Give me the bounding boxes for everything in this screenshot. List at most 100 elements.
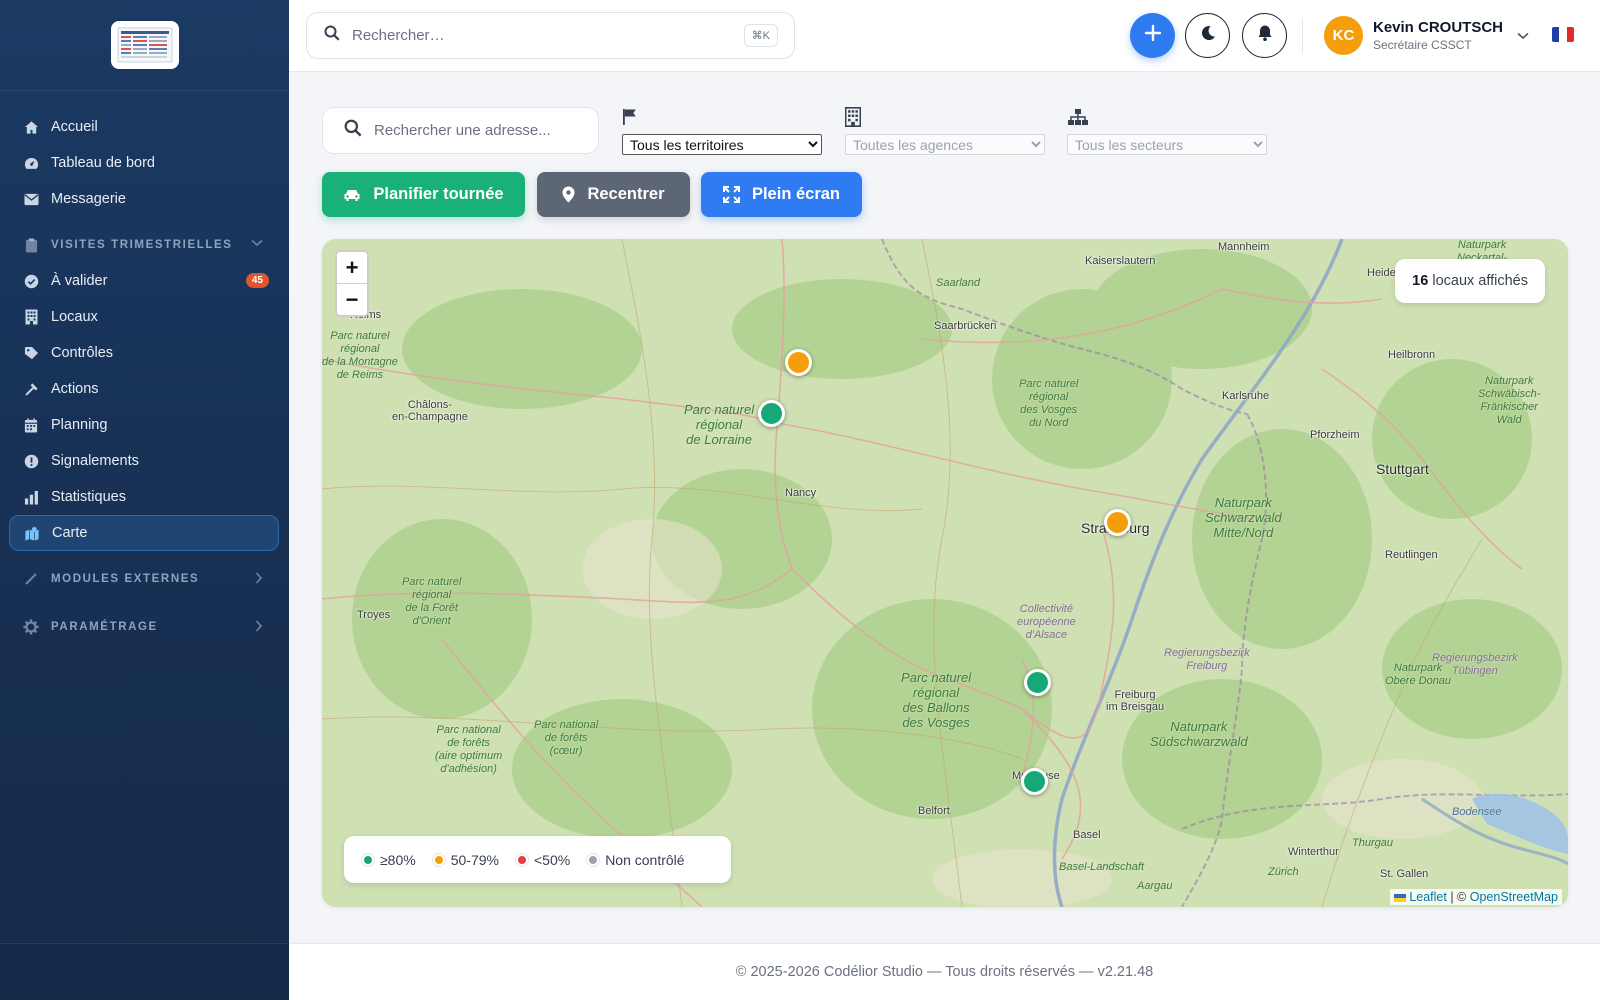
gear-icon (23, 619, 39, 635)
building-icon (23, 309, 39, 325)
sidebar-item-label: Accueil (51, 119, 98, 135)
sidebar-item-label: Statistiques (51, 489, 126, 505)
page-footer: © 2025-2026 Codélior Studio — Tous droit… (289, 943, 1600, 1000)
sidebar-item-carte[interactable]: Carte (9, 515, 279, 551)
search-shortcut-hint: ⌘K (743, 24, 778, 47)
map-park-lorraine: Parc naturel régional de Lorraine (684, 402, 755, 447)
user-menu[interactable]: KC Kevin CROUTSCH Secrétaire CSSCT (1324, 16, 1529, 55)
fullscreen-label: Plein écran (751, 185, 841, 203)
site-marker[interactable] (1104, 509, 1131, 536)
territory-select[interactable]: Tous les territoires (622, 134, 822, 155)
plan-route-label: Planifier tournée (373, 185, 504, 203)
sidebar-item-actions[interactable]: Actions (0, 371, 289, 407)
calendar-icon (23, 417, 39, 433)
sidebar-item-messagerie[interactable]: Messagerie (0, 181, 289, 217)
map-icon (24, 525, 40, 541)
sidebar-item-planning[interactable]: Planning (0, 407, 289, 443)
map-label-saarland: Saarland (936, 277, 981, 289)
site-marker[interactable] (785, 349, 812, 376)
osm-link[interactable]: OpenStreetMap (1470, 890, 1558, 904)
app-logo[interactable] (110, 21, 179, 69)
map-label-zurich: Zürich (1268, 866, 1299, 878)
recenter-button[interactable]: Recentrer (537, 172, 690, 217)
notifications-button[interactable] (1242, 13, 1287, 58)
sidebar-item-a-valider[interactable]: À valider 45 (0, 263, 289, 299)
map-label-karlsruhe: Karlsruhe (1222, 390, 1270, 402)
map-park-sudschwarzwald: Naturpark Südschwarzwald (1150, 719, 1248, 749)
building-icon (845, 106, 1045, 128)
global-search[interactable]: ⌘K (306, 12, 795, 59)
sidebar: Accueil Tableau de bord Messagerie VISIT… (0, 0, 289, 1000)
legend-label: Non contrôlé (605, 851, 685, 868)
clipboard-icon (23, 237, 39, 253)
visible-sites-text: locaux affichés (1432, 273, 1528, 289)
mail-icon (23, 191, 39, 207)
map-label-reutlingen: Reutlingen (1385, 549, 1438, 561)
chevron-down-icon (1517, 27, 1529, 45)
map-label-basel-landschaft: Basel-Landschaft (1059, 861, 1144, 873)
add-button[interactable] (1130, 13, 1175, 58)
map-label-pforzheim: Pforzheim (1310, 429, 1360, 441)
map-park-schwarzwald-nord: Naturpark Schwarzwald Mitte/Nord (1205, 495, 1282, 540)
plan-route-button[interactable]: Planifier tournée (322, 172, 525, 217)
map-park-forets-adhesion: Parc national de forêts (aire optimum d'… (435, 724, 503, 775)
moon-icon (1199, 24, 1217, 47)
sidebar-item-statistiques[interactable]: Statistiques (0, 479, 289, 515)
sidebar-item-label: Carte (52, 525, 88, 541)
global-search-input[interactable] (352, 27, 712, 44)
alert-icon (23, 453, 39, 469)
sector-select[interactable]: Tous les secteurs (1067, 134, 1267, 155)
attribution-separator: | © (1446, 890, 1470, 904)
section-label: PARAMÉTRAGE (51, 621, 158, 633)
search-icon (324, 25, 340, 46)
sidebar-item-label: Tableau de bord (51, 155, 155, 171)
address-search[interactable] (322, 107, 599, 154)
pending-count-badge: 45 (245, 273, 269, 288)
legend-dot-orange (432, 853, 445, 866)
theme-toggle-button[interactable] (1185, 13, 1230, 58)
car-icon (343, 188, 361, 202)
territory-filter: Tous les territoires (622, 106, 822, 155)
legend-label: <50% (533, 851, 571, 868)
map-label-rb-freiburg: Regierungsbezirk Freiburg (1164, 647, 1250, 672)
legend-item: Non contrôlé (587, 851, 685, 868)
search-icon (344, 119, 362, 142)
address-search-input[interactable] (374, 122, 574, 139)
site-marker[interactable] (1021, 768, 1048, 795)
site-marker[interactable] (1024, 669, 1051, 696)
zoom-out-button[interactable]: − (337, 284, 367, 316)
tag-icon (23, 345, 39, 361)
sidebar-item-locaux[interactable]: Locaux (0, 299, 289, 335)
map-park-foret-orient: Parc naturel régional de la Forêt d'Orie… (402, 576, 462, 627)
chevron-right-icon (255, 620, 263, 635)
leaflet-link[interactable]: Leaflet (1409, 890, 1447, 904)
sidebar-item-controles[interactable]: Contrôles (0, 335, 289, 371)
section-modules-externes[interactable]: MODULES EXTERNES (0, 561, 289, 597)
sidebar-item-label: Messagerie (51, 191, 126, 207)
home-icon (23, 119, 39, 135)
fullscreen-button[interactable]: Plein écran (701, 172, 862, 217)
agency-select[interactable]: Toutes les agences (845, 134, 1045, 155)
chevron-down-icon (251, 238, 263, 250)
map-view[interactable]: Mannheim Kaiserslautern Heidelberg Saarl… (322, 239, 1568, 907)
site-marker[interactable] (758, 400, 785, 427)
zoom-in-button[interactable]: + (337, 252, 367, 284)
sidebar-item-signalements[interactable]: Signalements (0, 443, 289, 479)
section-visites-trimestrielles[interactable]: VISITES TRIMESTRIELLES (0, 227, 289, 263)
section-parametrage[interactable]: PARAMÉTRAGE (0, 609, 289, 645)
topbar-divider (1302, 18, 1303, 54)
sector-filter: Tous les secteurs (1067, 106, 1267, 155)
map-park-forets-coeur: Parc national de forêts (cœur) (534, 719, 599, 757)
sidebar-header (0, 0, 289, 91)
flag-icon (622, 106, 822, 128)
map-label-belfort: Belfort (918, 805, 950, 817)
sidebar-item-label: Actions (51, 381, 99, 397)
sidebar-item-accueil[interactable]: Accueil (0, 109, 289, 145)
sidebar-item-label: À valider (51, 273, 108, 289)
map-legend: ≥80% 50-79% <50% Non contrôlé (344, 836, 731, 883)
ukraine-flag-icon (1393, 893, 1406, 902)
sidebar-item-tableau-de-bord[interactable]: Tableau de bord (0, 145, 289, 181)
language-flag-fr-icon[interactable] (1552, 27, 1574, 42)
map-label-heilbronn: Heilbronn (1388, 349, 1436, 361)
visible-sites-number: 16 (1412, 273, 1429, 289)
